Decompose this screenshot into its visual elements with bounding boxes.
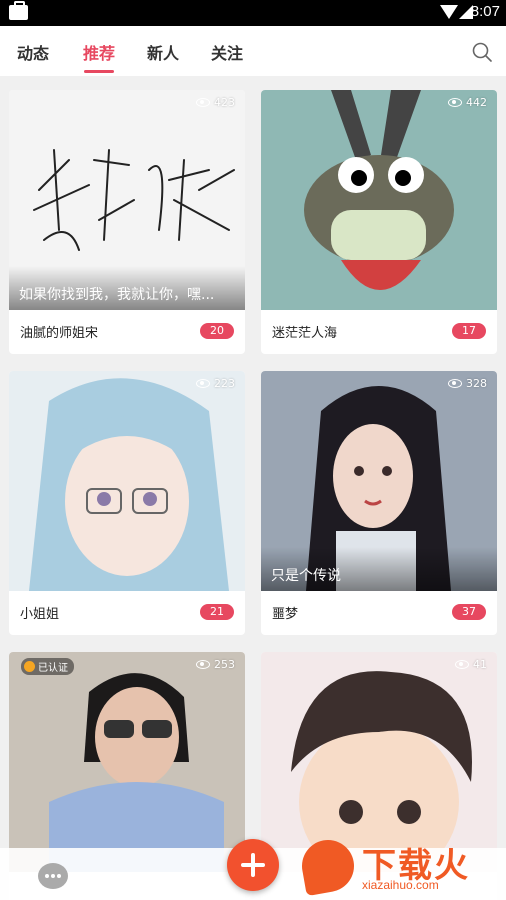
anime-girl-image [29,378,229,591]
card-username: 迷茫茫人海 [272,326,338,341]
top-tabs: 动态 推荐 新人 关注 [0,26,506,76]
watermark: 下载火 xiazaihuo.com [297,835,504,898]
tab-tuijian[interactable]: 推荐 [83,40,115,64]
search-icon[interactable] [472,42,492,62]
verified-icon [24,661,35,672]
card-caption: 只是个传说 [261,547,497,591]
card-caption: 如果你找到我，我就让你，嘿... [9,266,245,310]
chat-icon[interactable] [38,863,68,889]
clock: 8:07 [470,3,500,20]
card-count-badge: 20 [200,323,234,339]
eye-icon [455,660,469,669]
user-card[interactable]: 223 小姐姐 21 [9,371,245,635]
tab-xinren[interactable]: 新人 [147,40,179,64]
eye-icon [448,379,462,388]
add-post-button[interactable] [227,839,279,891]
woman-photo-image [49,673,224,872]
user-card[interactable]: 328 只是个传说 噩梦 37 [261,371,497,635]
view-count: 253 [196,658,235,671]
flame-logo-icon [297,835,359,897]
watermark-subtitle: xiazaihuo.com [362,878,439,892]
recommend-grid: 423 如果你找到我，我就让你，嘿... 油腻的师姐宋 20 442 迷茫茫人海… [0,76,506,900]
wifi-icon [440,5,458,19]
card-image [261,90,497,310]
user-card[interactable]: 442 迷茫茫人海 17 [261,90,497,354]
eye-icon [196,379,210,388]
briefcase-icon [9,1,28,20]
donkey-cartoon-image [304,90,454,290]
eye-icon [448,98,462,107]
view-count: 41 [455,658,487,671]
card-count-badge: 37 [452,604,486,620]
card-image [9,371,245,591]
tab-indicator [84,70,114,73]
view-count: 423 [196,96,235,109]
card-username: 小姐姐 [20,607,60,622]
eye-icon [196,98,210,107]
tab-guanzhu[interactable]: 关注 [211,40,243,64]
card-username: 噩梦 [272,607,299,622]
card-count-badge: 21 [200,604,234,620]
card-image [9,652,245,872]
view-count: 328 [448,377,487,390]
status-bar: 8:07 [0,0,506,26]
card-username: 油腻的师姐宋 [20,326,99,341]
view-count: 442 [448,96,487,109]
eye-icon [196,660,210,669]
card-count-badge: 17 [452,323,486,339]
tab-dongtai[interactable]: 动态 [17,40,49,64]
view-count: 223 [196,377,235,390]
verified-badge: 已认证 [21,658,74,675]
user-card[interactable]: 423 如果你找到我，我就让你，嘿... 油腻的师姐宋 20 [9,90,245,354]
